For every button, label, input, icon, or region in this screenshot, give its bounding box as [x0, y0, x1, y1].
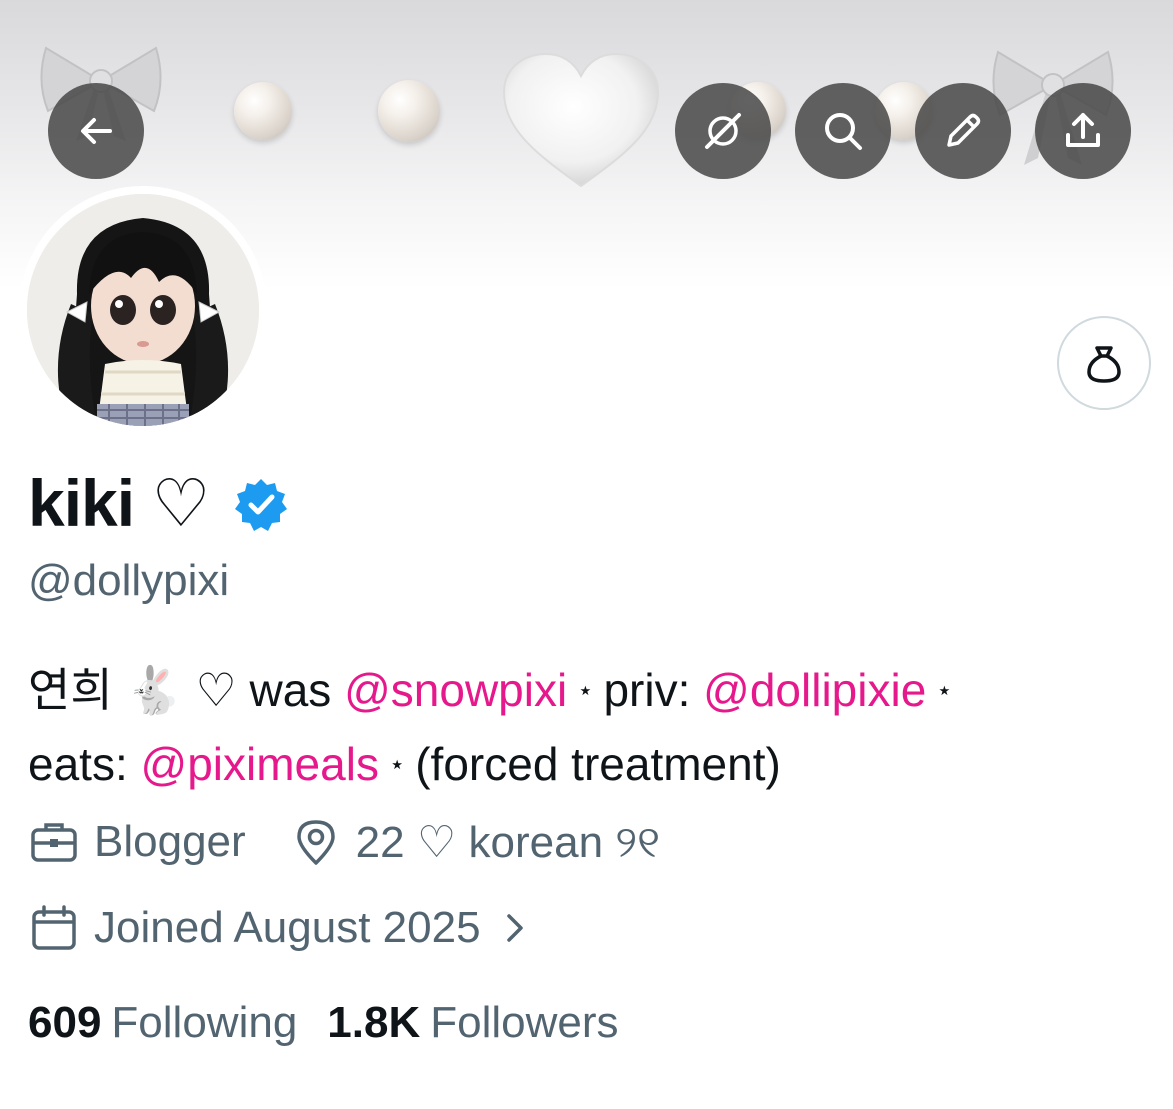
- joined-label: Joined August 2025: [94, 903, 481, 952]
- profile-meta-row: Blogger 22 ♡ korean ୨୧: [28, 816, 704, 868]
- follow-stats: 609 Following 1.8K Followers: [28, 998, 649, 1048]
- location-label: 22 ♡ korean ୨୧: [355, 817, 661, 867]
- pencil-icon: [947, 113, 981, 147]
- fluffy-heart-decoration: [502, 52, 660, 188]
- bio-text: (forced treatment): [415, 737, 781, 790]
- grok-button[interactable]: [675, 83, 771, 179]
- joined-date-link[interactable]: Joined August 2025: [28, 902, 535, 954]
- grok-slash-icon: [705, 113, 741, 149]
- back-button[interactable]: [48, 83, 144, 179]
- verified-badge-icon[interactable]: [232, 476, 290, 534]
- doll-avatar-image: [27, 194, 259, 426]
- profile-bio: 연희 🐇 ♡ was @snowpixi ⋆ priv: @dollipixie ⋆ …: [28, 655, 1148, 803]
- location-item: 22 ♡ korean ୨୧: [290, 816, 660, 868]
- profession-label: Blogger: [94, 817, 246, 866]
- mention-link[interactable]: @dollipixie: [703, 664, 926, 716]
- share-upload-icon: [1066, 113, 1100, 147]
- mention-link[interactable]: @piximeals: [141, 738, 379, 790]
- pearl-decoration: [234, 82, 292, 140]
- avatar[interactable]: [27, 194, 259, 426]
- followers-link[interactable]: 1.8K Followers: [327, 998, 618, 1048]
- followers-count: 1.8K: [327, 998, 421, 1047]
- bio-separator: ⋆: [388, 748, 406, 779]
- share-button[interactable]: [1035, 83, 1131, 179]
- chevron-right-icon: [506, 914, 523, 942]
- name-row: kiki ♡: [28, 458, 290, 548]
- location-pin-icon: [296, 820, 335, 865]
- profession-item: Blogger: [28, 816, 246, 868]
- bio-text: priv:: [603, 664, 704, 716]
- arrow-left-icon: [81, 118, 112, 144]
- bio-text: eats:: [28, 737, 141, 790]
- following-link[interactable]: 609 Following: [28, 998, 297, 1048]
- mention-link[interactable]: @snowpixi: [344, 664, 567, 716]
- bio-separator: ⋆: [577, 674, 594, 705]
- followers-label: Followers: [430, 998, 619, 1047]
- briefcase-icon: [31, 823, 77, 862]
- pearl-decoration: [378, 80, 440, 142]
- following-count: 609: [28, 998, 102, 1047]
- bio-separator: ⋆: [936, 674, 953, 705]
- display-name: kiki ♡: [28, 465, 211, 540]
- following-label: Following: [111, 998, 298, 1047]
- money-bag-icon: [1087, 346, 1121, 383]
- tip-button[interactable]: [1057, 316, 1151, 410]
- bio-text: 연희 🐇 ♡ was: [28, 664, 345, 716]
- search-icon: [825, 113, 862, 150]
- calendar-icon: [32, 905, 76, 950]
- search-button[interactable]: [795, 83, 891, 179]
- edit-button[interactable]: [915, 83, 1011, 179]
- user-handle: @dollypixi: [28, 556, 230, 605]
